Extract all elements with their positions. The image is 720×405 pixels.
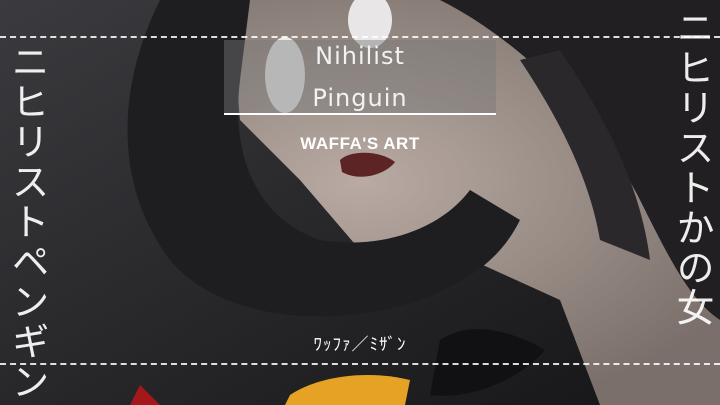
bottom-japanese-credit: ﾜｯﾌｧ／ﾐｻﾞﾝ — [313, 335, 407, 355]
bottom-dashed-line — [0, 363, 720, 369]
artist-credit: WAFFA'S ART — [300, 134, 420, 153]
title-line-2: Pinguin — [312, 84, 408, 112]
vertical-japanese-title-right: ニヒリストかの女 — [670, 8, 714, 328]
title-overlay: Nihilist Pinguin — [224, 40, 496, 114]
title-line-1: Nihilist — [315, 42, 405, 70]
title-underline — [224, 113, 496, 115]
